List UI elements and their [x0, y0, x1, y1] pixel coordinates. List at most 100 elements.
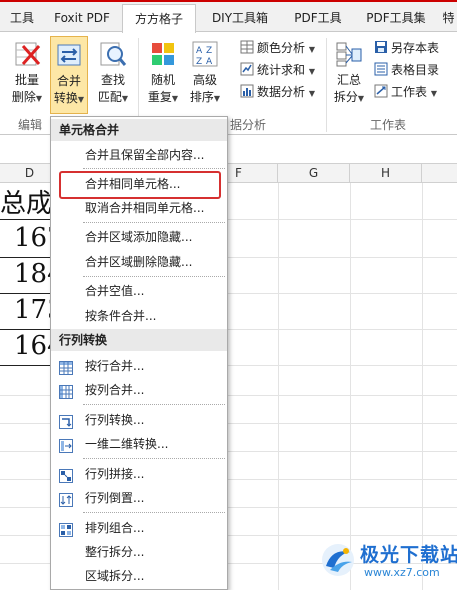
color-analysis-button[interactable]: 颜色分析 ▼ [240, 38, 315, 58]
random-repeat-button[interactable]: 随机 重复▼ [144, 36, 182, 114]
dimension-convert-icon [59, 437, 73, 453]
batch-delete-label-2: 删除 [11, 90, 36, 104]
batch-delete-label-1: 批量 [14, 73, 39, 87]
menu-item-label: 排列组合... [85, 521, 145, 535]
tab-diy-toolbox[interactable]: DIY工具箱 [200, 4, 280, 32]
menu-item-split-region[interactable]: 区域拆分... [51, 564, 227, 588]
find-match-icon [99, 40, 127, 68]
menu-item-merge-by-condition[interactable]: 按条件合并... [51, 304, 227, 328]
random-repeat-label-1: 随机 [150, 73, 175, 87]
summary-split-label-2: 拆分 [333, 90, 358, 104]
menu-item-row-col-join[interactable]: 行列拼接... [51, 462, 227, 486]
summary-split-button[interactable]: 汇总 拆分▼ [330, 36, 368, 114]
menu-item-label: 行列倒置... [85, 491, 145, 505]
find-match-label-1: 查找 [100, 73, 125, 87]
chevron-down-icon: ▼ [213, 94, 221, 103]
menu-section-cell-merge: 单元格合并 [51, 119, 227, 141]
svg-text:Z: Z [206, 46, 212, 56]
chevron-down-icon: ▼ [308, 67, 315, 76]
menu-item-permutation[interactable]: 排列组合... [51, 516, 227, 540]
summary-split-icon [335, 40, 363, 68]
menu-item-row-col-reverse[interactable]: 行列倒置... [51, 486, 227, 510]
menu-item-unmerge-same-cells[interactable]: 取消合并相同单元格... [51, 196, 227, 220]
menu-item-merge-by-row[interactable]: 按行合并... [51, 354, 227, 378]
ribbon-tab-bar: 工具 Foxit PDF 方方格子 DIY工具箱 PDF工具 PDF工具集 特 [0, 2, 457, 33]
menu-item-merge-add-hidden[interactable]: 合并区域添加隐藏... [51, 225, 227, 249]
random-repeat-label-2: 重复 [147, 90, 172, 104]
advanced-sort-button[interactable]: AZZA 高级 排序▼ [186, 36, 224, 114]
menu-item-1d-2d-convert[interactable]: 一维二维转换... [51, 432, 227, 456]
menu-item-label: 一维二维转换... [85, 437, 169, 451]
menu-item-merge-by-column[interactable]: 按列合并... [51, 378, 227, 402]
tab-tools[interactable]: 工具 [0, 4, 44, 32]
menu-item-label: 按列合并... [85, 383, 145, 397]
group-separator [326, 38, 327, 132]
table-directory-button[interactable]: 表格目录 [374, 60, 439, 80]
watermark-title: 极光下载站 [360, 544, 457, 566]
data-analysis-button[interactable]: 数据分析 ▼ [240, 82, 315, 102]
sort-az-icon: AZZA [191, 40, 219, 68]
table-rows-icon [59, 359, 73, 375]
tab-fangfang-gezi[interactable]: 方方格子 [122, 4, 196, 33]
summary-split-label-1: 汇总 [336, 73, 361, 87]
group-label-analysis: 据分析 [230, 118, 267, 132]
save-as-table-label: 另存本表 [391, 41, 440, 55]
merge-convert-dropdown: 单元格合并 合并且保留全部内容... 合并相同单元格... 取消合并相同单元格.… [50, 116, 228, 590]
batch-delete-button[interactable]: 批量 删除▼ [8, 36, 46, 114]
menu-section-row-col-convert: 行列转换 [51, 329, 227, 351]
chevron-down-icon: ▼ [121, 94, 129, 103]
stat-sum-button[interactable]: 统计求和 ▼ [240, 60, 315, 80]
svg-text:A: A [196, 46, 203, 56]
aurora-logo-icon [320, 542, 356, 578]
menu-item-split-rows[interactable]: 整行拆分... [51, 540, 227, 564]
group-label-worksheet: 工作表 [370, 118, 407, 132]
chevron-down-icon: ▼ [308, 89, 315, 98]
advanced-sort-label-2: 排序 [189, 90, 214, 104]
menu-item-label: 行列转换... [85, 413, 145, 427]
menu-item-label: 按行合并... [85, 359, 145, 373]
tab-pdf-toolset[interactable]: PDF工具集 [356, 4, 436, 32]
menu-item-transpose[interactable]: 行列转换... [51, 408, 227, 432]
color-analysis-label: 颜色分析 [257, 41, 306, 55]
reverse-icon [59, 491, 73, 507]
advanced-sort-label-1: 高级 [192, 73, 217, 87]
stat-sum-icon [240, 62, 254, 76]
transpose-icon [59, 413, 73, 429]
menu-item-merge-remove-hidden[interactable]: 合并区域删除隐藏... [51, 250, 227, 274]
merge-convert-button[interactable]: 合并 转换▼ [50, 36, 88, 114]
find-match-button[interactable]: 查找 匹配▼ [94, 36, 132, 114]
highlight-annotation [59, 171, 221, 199]
batch-delete-icon [13, 40, 41, 68]
tab-special[interactable]: 特 [440, 4, 457, 32]
tab-pdf-tools[interactable]: PDF工具 [284, 4, 352, 32]
table-columns-icon [59, 383, 73, 399]
chevron-down-icon: ▼ [357, 94, 365, 103]
svg-text:A: A [206, 57, 213, 67]
table-directory-icon [374, 62, 388, 76]
cell-total-header[interactable]: 总成 [0, 183, 52, 220]
permutation-icon [59, 521, 73, 537]
menu-item-merge-empty[interactable]: 合并空值... [51, 279, 227, 303]
join-icon [59, 467, 73, 483]
merge-convert-label-2: 转换 [53, 91, 78, 105]
color-grid-icon [240, 40, 254, 54]
column-header-h[interactable]: H [350, 164, 422, 183]
menu-item-label: 行列拼接... [85, 467, 145, 481]
chevron-down-icon: ▼ [308, 45, 315, 54]
save-disk-icon [374, 40, 388, 54]
save-as-table-button[interactable]: 另存本表 [374, 38, 439, 58]
chevron-down-icon: ▼ [430, 89, 437, 98]
tab-foxit-pdf[interactable]: Foxit PDF [46, 4, 118, 32]
svg-text:Z: Z [196, 57, 202, 67]
find-match-label-2: 匹配 [97, 90, 122, 104]
merge-convert-label-1: 合并 [56, 74, 81, 88]
merge-convert-icon [55, 41, 83, 69]
menu-item-merge-keep-all[interactable]: 合并且保留全部内容... [51, 143, 227, 167]
worksheet-icon [374, 84, 388, 98]
column-header-g[interactable]: G [278, 164, 350, 183]
watermark-url: www.xz7.com [364, 566, 440, 579]
watermark: 极光下载站 www.xz7.com [320, 540, 457, 584]
worksheet-button[interactable]: 工作表 ▼ [374, 82, 437, 102]
chevron-down-icon: ▼ [77, 95, 85, 104]
data-analysis-icon [240, 84, 254, 98]
